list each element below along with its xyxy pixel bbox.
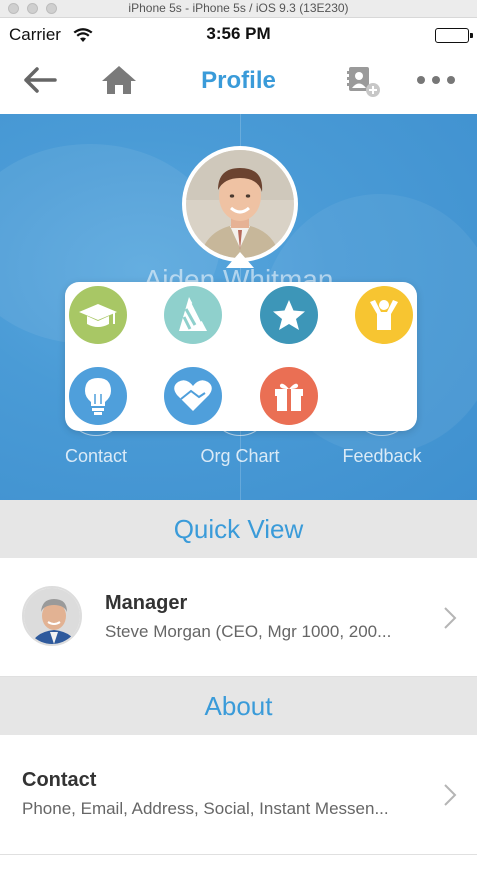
feedback-action-label: Feedback [342, 446, 422, 466]
star-icon [273, 300, 305, 330]
profile-photo [186, 150, 294, 258]
badge-party[interactable] [164, 286, 222, 344]
manager-avatar [22, 586, 82, 646]
org-chart-action-label: Org Chart [200, 446, 280, 466]
popup-caret [226, 252, 254, 268]
battery-icon [435, 28, 473, 43]
manager-subtitle: Steve Morgan (CEO, Mgr 1000, 200... [105, 622, 392, 641]
contact-title: Contact [22, 769, 97, 791]
contact-subtitle: Phone, Email, Address, Social, Instant M… [22, 799, 389, 818]
badge-idea[interactable] [69, 367, 127, 425]
badges-popup [65, 282, 417, 431]
celebrating-person-icon [370, 300, 398, 330]
contact-card-icon [347, 67, 380, 97]
handshake-heart-icon [174, 380, 212, 411]
gift-icon [275, 383, 303, 411]
badge-graduation[interactable] [69, 286, 127, 344]
contact-action-label: Contact [64, 446, 128, 466]
chevron-right-icon [444, 784, 457, 806]
lightbulb-icon [85, 378, 111, 415]
status-time: 3:56 PM [206, 24, 271, 43]
simulator-title: iPhone 5s - iPhone 5s / iOS 9.3 (13E230) [128, 1, 349, 15]
party-hat-icon [179, 297, 207, 331]
manager-row[interactable]: Manager Steve Morgan (CEO, Mgr 1000, 200… [0, 558, 477, 677]
badge-star[interactable] [260, 286, 318, 344]
page-title: Profile [201, 67, 276, 94]
more-button[interactable] [414, 66, 458, 94]
more-dots-icon [417, 76, 455, 84]
graduation-cap-icon [79, 304, 117, 327]
chevron-right-icon [444, 607, 457, 629]
navigation-bar: Profile [0, 52, 477, 114]
manager-title: Manager [105, 592, 188, 614]
status-bar: Carrier 3:56 PM [0, 18, 477, 52]
add-contact-button[interactable] [344, 64, 384, 100]
simulator-title-bar: iPhone 5s - iPhone 5s / iOS 9.3 (13E230) [0, 0, 477, 18]
about-header: About [0, 677, 477, 735]
quick-view-header: Quick View [0, 500, 477, 558]
badge-thanks[interactable] [164, 367, 222, 425]
badge-gift[interactable] [260, 367, 318, 425]
badge-celebration[interactable] [355, 286, 413, 344]
contact-row[interactable]: Contact Phone, Email, Address, Social, I… [0, 735, 477, 855]
profile-avatar[interactable] [182, 146, 298, 262]
